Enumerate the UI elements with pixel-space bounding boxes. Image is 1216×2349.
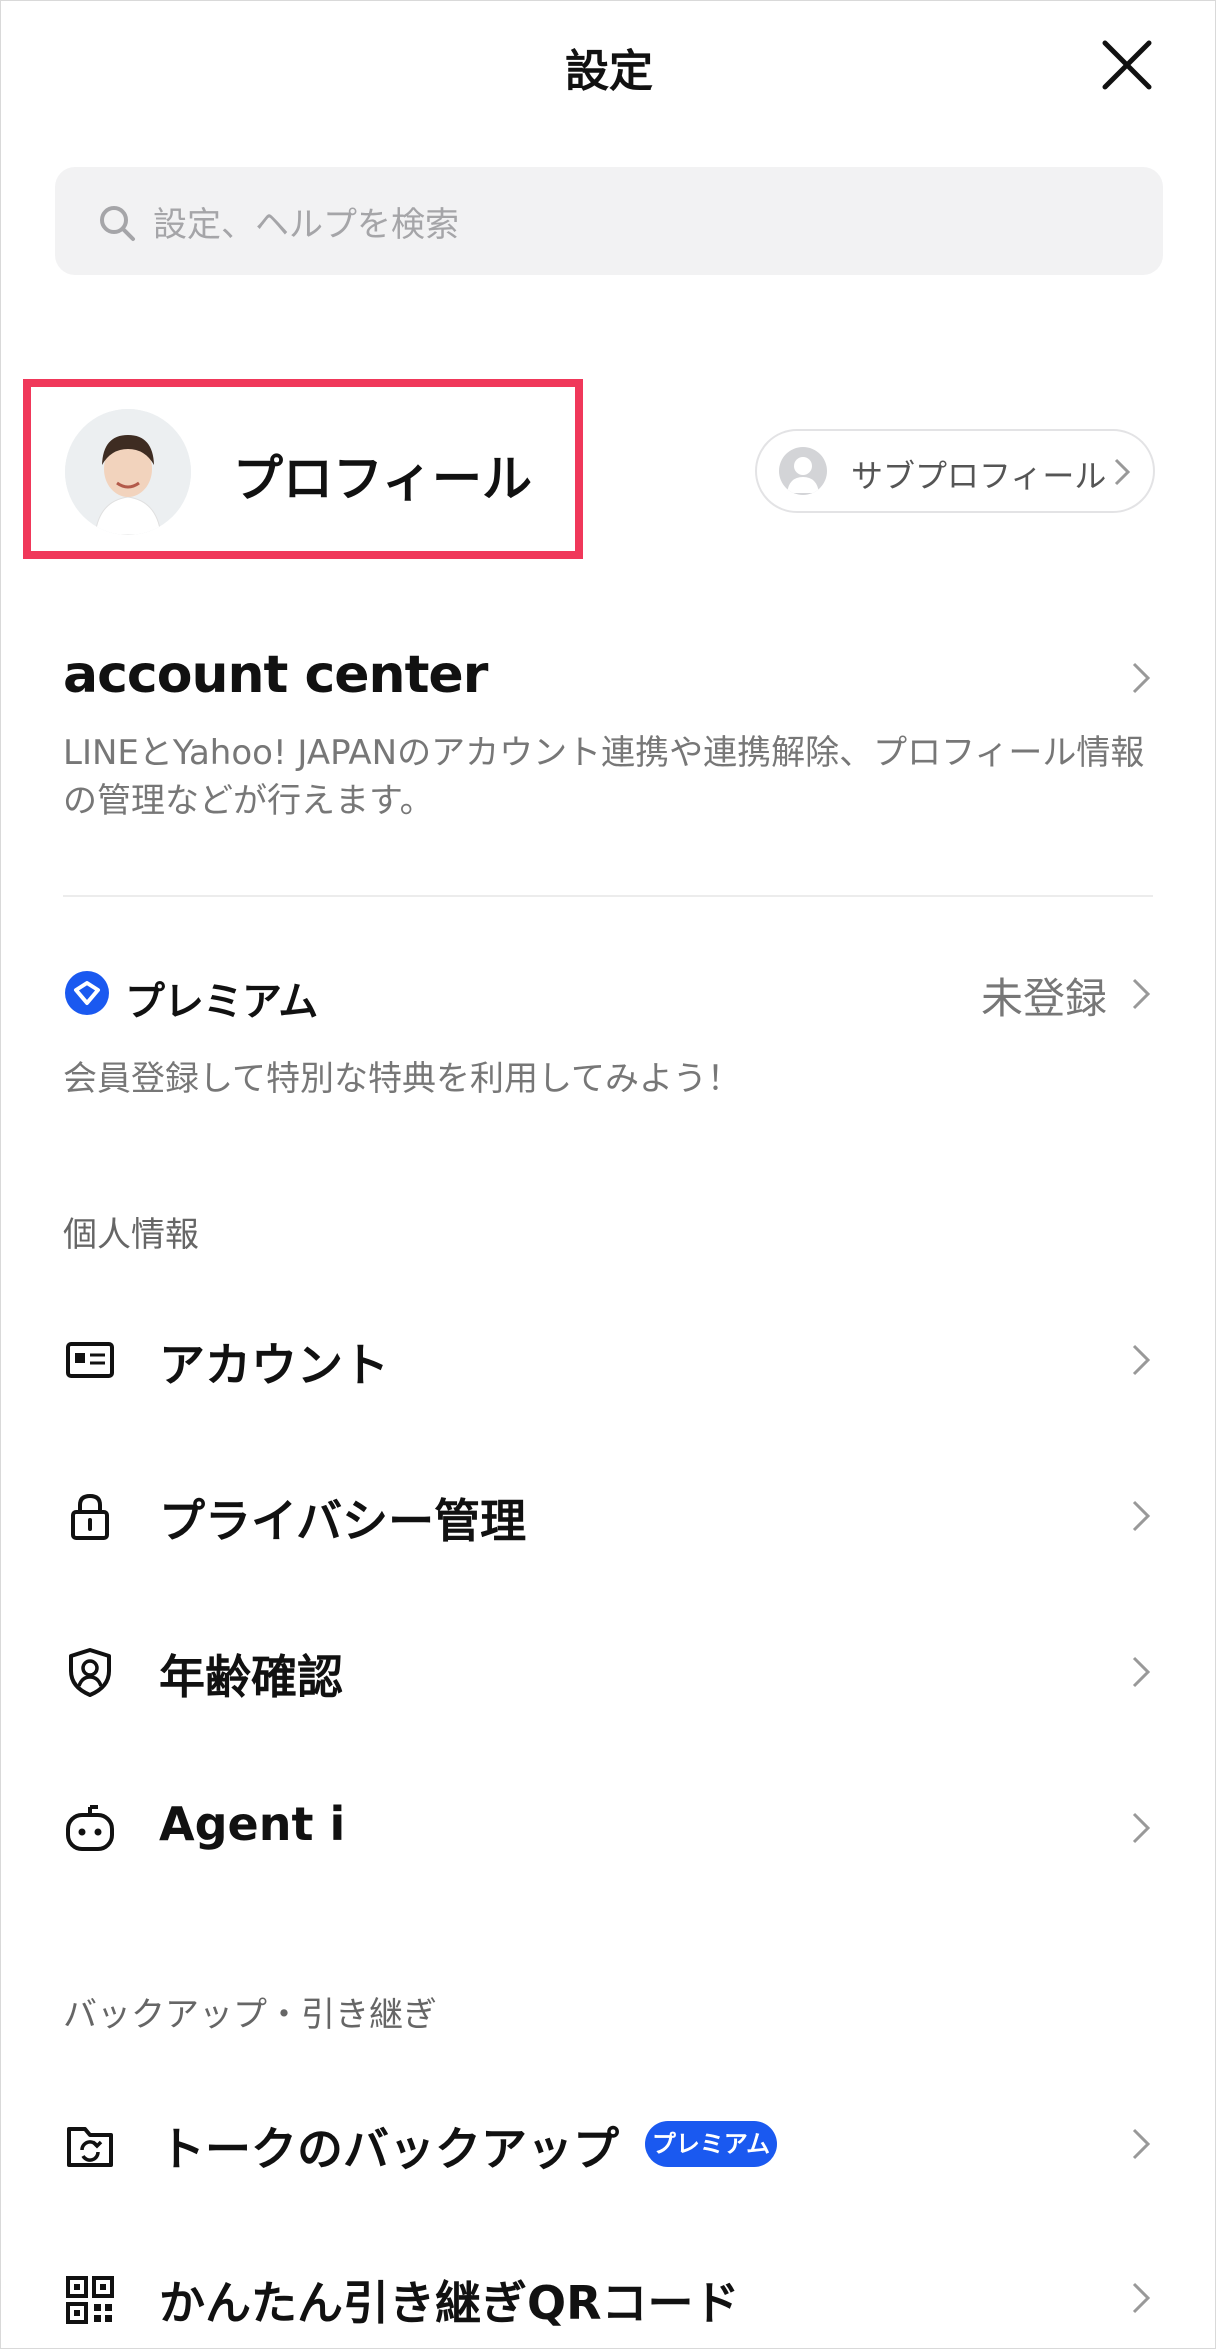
chevron-right-icon — [1114, 458, 1131, 486]
premium-status[interactable]: 未登録 — [981, 965, 1107, 1026]
section-title-backup: バックアップ・引き継ぎ — [63, 1995, 437, 2035]
shield-person-icon — [69, 1648, 111, 1697]
lock-icon — [71, 1493, 109, 1540]
menu-item-account[interactable]: アカウント — [159, 1329, 389, 1395]
chevron-right-icon[interactable] — [1131, 1811, 1151, 1845]
chevron-right-icon[interactable] — [1131, 2127, 1151, 2161]
settings-screen: 設定 設定、ヘルプを検索 プロフィール サブプロフィール account cen… — [0, 0, 1216, 2349]
chevron-right-icon[interactable] — [1131, 1655, 1151, 1689]
menu-item-privacy[interactable]: プライバシー管理 — [159, 1485, 526, 1551]
chevron-right-icon[interactable] — [1131, 2281, 1151, 2315]
close-icon[interactable] — [1099, 37, 1155, 93]
menu-item-age-verification[interactable]: 年齢確認 — [159, 1641, 343, 1707]
chevron-right-icon[interactable] — [1131, 1499, 1151, 1533]
chevron-right-icon[interactable] — [1131, 977, 1151, 1011]
qr-code-icon — [66, 2276, 114, 2324]
page-title: 設定 — [565, 46, 653, 97]
backup-folder-icon — [67, 2127, 113, 2167]
id-card-icon — [66, 1342, 114, 1378]
account-center-description: LINEとYahoo! JAPANのアカウント連携や連携解除、プロフィール情報の… — [63, 733, 1145, 821]
account-center-title[interactable]: account center — [63, 645, 488, 705]
search-placeholder: 設定、ヘルプを検索 — [153, 205, 459, 245]
premium-logo-icon — [65, 971, 109, 1015]
chevron-right-icon[interactable] — [1131, 1343, 1151, 1377]
menu-item-qr-transfer[interactable]: かんたん引き継ぎQRコード — [159, 2267, 740, 2333]
sub-profile-label: サブプロフィール — [851, 457, 1107, 495]
premium-badge: プレミアム — [645, 2121, 777, 2167]
menu-item-talk-backup[interactable]: トークのバックアップ — [159, 2113, 619, 2179]
premium-description: 会員登録して特別な特典を利用してみよう！ — [63, 1059, 741, 1099]
section-title-personal: 個人情報 — [63, 1215, 199, 1255]
chevron-right-icon[interactable] — [1131, 661, 1151, 695]
avatar-photo — [65, 409, 191, 535]
premium-label[interactable]: プレミアム — [125, 969, 318, 1027]
menu-item-agent-i[interactable]: Agent i — [159, 1797, 345, 1851]
search-icon — [100, 206, 135, 241]
sub-profile-avatar-icon — [779, 447, 827, 495]
profile-label[interactable]: プロフィール — [233, 439, 532, 511]
avatar[interactable] — [65, 409, 191, 535]
divider — [63, 895, 1153, 897]
robot-icon — [66, 1805, 114, 1851]
